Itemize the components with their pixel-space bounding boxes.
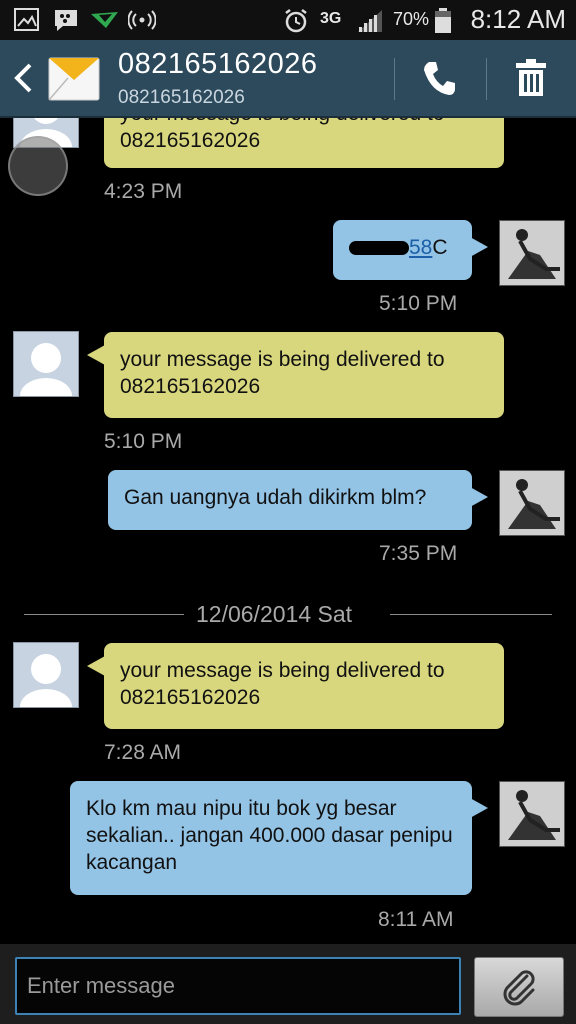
message-text: your message is being delivered to 08216… (120, 659, 445, 709)
message-envelope-icon (48, 57, 100, 101)
bubble-tail (470, 798, 488, 818)
message-link[interactable]: 58 (409, 236, 432, 259)
message-timestamp: 8:11 AM (378, 908, 454, 931)
message-input[interactable] (15, 957, 461, 1015)
gallery-icon (14, 8, 39, 31)
date-separator: 12/06/2014 Sat (196, 601, 353, 627)
my-avatar[interactable] (499, 220, 565, 286)
message-text: your message is being delivered to 08216… (120, 118, 445, 152)
message-text: Klo km mau nipu itu bok yg besar sekalia… (86, 797, 453, 874)
status-bar: 3G 70% 8:12 AM (0, 0, 576, 40)
message-bubble-outgoing[interactable]: Gan uangnya udah dikirkm blm? (108, 470, 472, 530)
message-timestamp: 7:28 AM (104, 741, 182, 764)
message-timestamp: 5:10 PM (104, 430, 183, 453)
clock: 8:12 AM (470, 4, 566, 34)
bubble-tail (87, 345, 105, 365)
message-text: C (432, 236, 448, 259)
contact-avatar[interactable] (13, 642, 79, 708)
message-timestamp: 4:23 PM (104, 180, 183, 203)
download-icon (91, 12, 118, 28)
signal-icon (358, 10, 382, 32)
my-avatar[interactable] (499, 470, 565, 536)
separator-line (24, 614, 184, 615)
contact-title: 082165162026 (118, 48, 318, 80)
separator-line (390, 614, 552, 615)
message-bubble-incoming[interactable]: your message is being delivered to 08216… (104, 118, 504, 168)
contact-number: 082165162026 (118, 87, 245, 108)
network-type: 3G (320, 10, 342, 27)
redacted-scribble (349, 241, 409, 256)
message-bubble-incoming[interactable]: your message is being delivered to 08216… (104, 332, 504, 418)
trash-icon[interactable] (514, 58, 548, 98)
battery-icon (435, 8, 451, 33)
message-text: Gan uangnya udah dikirkm blm? (124, 486, 427, 509)
message-timestamp: 7:35 PM (379, 542, 458, 565)
contact-avatar[interactable] (13, 331, 79, 397)
attach-button[interactable] (474, 957, 564, 1017)
message-bubble-incoming[interactable]: your message is being delivered to 08216… (104, 643, 504, 729)
bubble-tail (470, 237, 488, 257)
message-bubble-outgoing[interactable]: Klo km mau nipu itu bok yg besar sekalia… (70, 781, 472, 895)
message-bubble-outgoing[interactable]: 58C (333, 220, 472, 280)
paperclip-icon (503, 970, 535, 1006)
conversation-list[interactable]: your message is being delivered to 08216… (0, 118, 576, 944)
wireless-icon (128, 10, 156, 30)
bubble-tail (87, 656, 105, 676)
message-stack: your message is being delivered to 08216… (0, 118, 576, 944)
bbm-icon (55, 10, 77, 31)
back-icon[interactable] (12, 63, 34, 93)
message-text: your message is being delivered to 08216… (120, 348, 445, 398)
phone-icon[interactable] (422, 60, 458, 98)
fast-scroll-handle[interactable] (8, 136, 68, 196)
header-divider (486, 58, 487, 100)
conversation-header: 082165162026 082165162026 (0, 40, 576, 118)
alarm-icon (285, 9, 307, 33)
message-timestamp: 5:10 PM (379, 292, 458, 315)
my-avatar[interactable] (499, 781, 565, 847)
header-divider (394, 58, 395, 100)
battery-percent: 70% (393, 9, 430, 29)
bubble-tail (470, 487, 488, 507)
